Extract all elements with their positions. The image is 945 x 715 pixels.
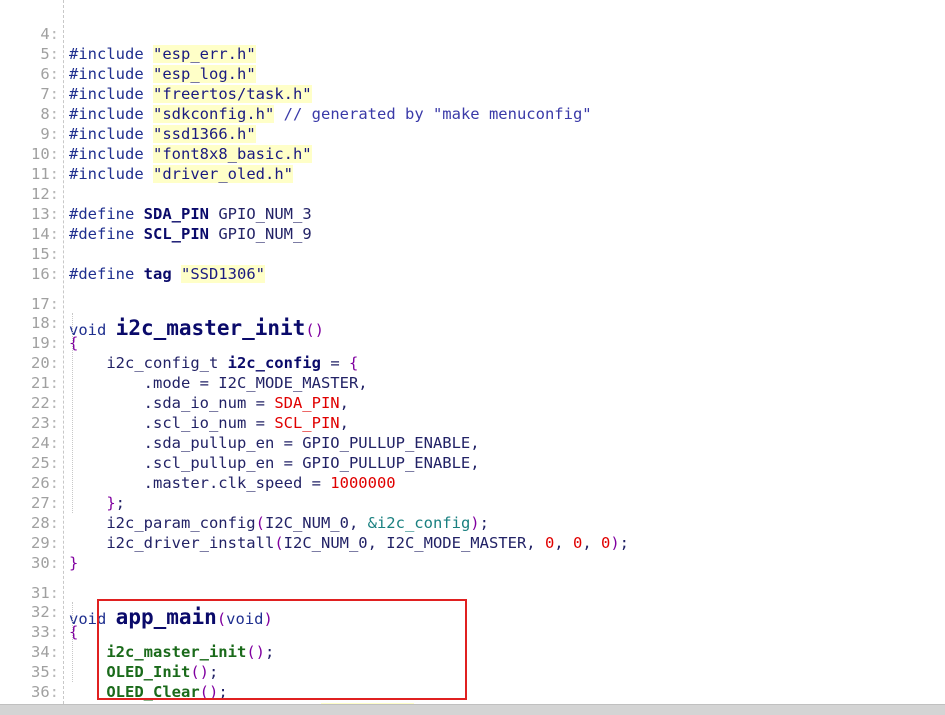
code-line[interactable]: 30: [0, 533, 945, 572]
code-editor[interactable]: 4 #include "esp_err.h" 5 #include "esp_l…: [0, 0, 945, 704]
code-line[interactable]: 20 .mode = I2C_MODE_MASTER,: [0, 333, 945, 392]
code-line[interactable]: 21 .sda_io_num = SDA_PIN,: [0, 353, 945, 412]
code-line[interactable]: 7 #include "sdkconfig.h" // generated by…: [0, 64, 945, 123]
horizontal-scrollbar[interactable]: [0, 704, 945, 715]
code-line[interactable]: 26 };: [0, 453, 945, 512]
code-line[interactable]: 4 #include "esp_err.h": [0, 4, 945, 63]
code-line[interactable]: 28 i2c_driver_install(I2C_NUM_0, I2C_MOD…: [0, 493, 945, 552]
code-line[interactable]: 13 #define SCL_PIN GPIO_NUM_9: [0, 184, 945, 243]
code-line[interactable]: 18 {: [0, 293, 945, 352]
code-line[interactable]: 16: [0, 244, 945, 283]
code-line[interactable]: 5 #include "esp_log.h": [0, 24, 945, 83]
indent-guide: [72, 313, 73, 513]
code-line[interactable]: 9 #include "font8x8_basic.h": [0, 104, 945, 163]
code-line[interactable]: 31 void app_main(void): [0, 557, 945, 629]
code-line[interactable]: 25 .master.clk_speed = 1000000: [0, 433, 945, 492]
highlight-box: [97, 599, 467, 700]
code-line[interactable]: 19 i2c_config_t i2c_config = {: [0, 313, 945, 372]
code-line[interactable]: 24 .scl_pullup_en = GPIO_PULLUP_ENABLE,: [0, 413, 945, 472]
code-line[interactable]: 6 #include "freertos/task.h": [0, 44, 945, 103]
code-line[interactable]: 29 }: [0, 513, 945, 572]
code-line[interactable]: 22 .scl_io_num = SCL_PIN,: [0, 373, 945, 432]
code-line[interactable]: 11: [0, 144, 945, 183]
code-line[interactable]: 23 .sda_pullup_en = GPIO_PULLUP_ENABLE,: [0, 393, 945, 452]
code-line[interactable]: 27 i2c_param_config(I2C_NUM_0, &i2c_conf…: [0, 473, 945, 532]
code-line[interactable]: 17 void i2c_master_init(): [0, 268, 945, 340]
code-line[interactable]: 8 #include "ssd1366.h": [0, 84, 945, 143]
code-line[interactable]: 15 #define tag "SSD1306": [0, 224, 945, 283]
indent-guide: [72, 602, 73, 682]
code-line[interactable]: 14: [0, 204, 945, 243]
code-line[interactable]: 10 #include "driver_oled.h": [0, 124, 945, 183]
code-line[interactable]: 12 #define SDA_PIN GPIO_NUM_3: [0, 164, 945, 223]
